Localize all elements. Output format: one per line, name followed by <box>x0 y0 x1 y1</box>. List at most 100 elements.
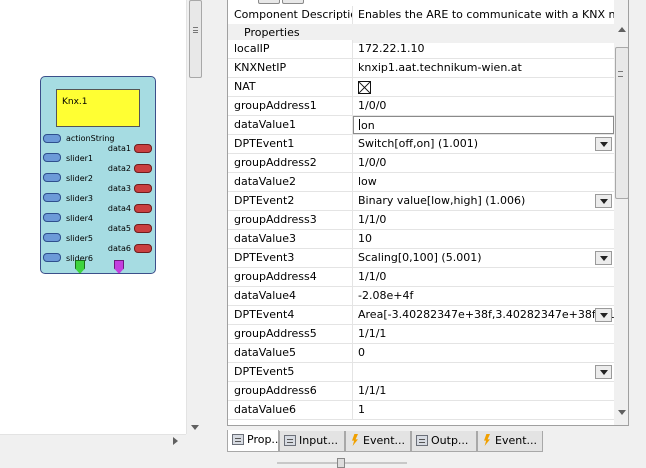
canvas-horizontal-scrollbar[interactable] <box>0 434 186 446</box>
property-value[interactable]: 1/1/0 <box>353 268 614 286</box>
output-port-data2[interactable] <box>134 164 152 173</box>
event-output-port[interactable] <box>114 260 124 274</box>
property-row-dptevent3[interactable]: DPTEvent3 Scaling[0,100] (5.001) <box>228 249 614 268</box>
scroll-thumb[interactable] <box>615 47 628 199</box>
knx-component[interactable]: Knx.1 actionString slider1 slider2 slide… <box>40 76 156 274</box>
grid-toolbar-button[interactable] <box>258 0 280 4</box>
property-value[interactable]: low <box>353 173 614 191</box>
property-value[interactable]: knxip1.aat.technikum-wien.at <box>353 59 614 77</box>
zoom-slider-thumb[interactable] <box>337 458 345 468</box>
input-port-actionstring[interactable] <box>43 134 61 143</box>
model-canvas[interactable]: Knx.1 actionString slider1 slider2 slide… <box>0 0 186 434</box>
property-edit-field[interactable]: on <box>353 116 614 134</box>
scroll-up-icon[interactable] <box>618 27 626 32</box>
property-value[interactable]: 0 <box>353 344 614 362</box>
property-value[interactable]: Switch[off,on] (1.001) <box>353 135 614 153</box>
property-value[interactable]: 1/0/0 <box>353 154 614 172</box>
property-row-dptevent4[interactable]: DPTEvent4 Area[-3.40282347e+38f,3.402823… <box>228 306 614 325</box>
dropdown-arrow-icon[interactable] <box>595 308 612 322</box>
tab-label: Event... <box>363 434 406 447</box>
dropdown-arrow-icon[interactable] <box>595 194 612 208</box>
output-port-data6[interactable] <box>134 244 152 253</box>
input-label: slider2 <box>66 174 93 183</box>
property-row-nat[interactable]: NAT <box>228 78 614 97</box>
property-value[interactable]: 172.22.1.10 <box>353 40 614 58</box>
property-value[interactable]: 1/1/1 <box>353 382 614 400</box>
scroll-down-icon[interactable] <box>191 425 199 430</box>
property-row-dptevent5[interactable]: DPTEvent5 <box>228 363 614 382</box>
property-value[interactable]: 1 <box>353 401 614 419</box>
property-row-datavalue2[interactable]: dataValue2 low <box>228 173 614 192</box>
tab-input-ports[interactable]: Input... <box>279 431 345 452</box>
scroll-right-icon[interactable] <box>173 437 178 445</box>
property-row-groupaddress5[interactable]: groupAddress5 1/1/1 <box>228 325 614 344</box>
property-value[interactable]: Area[-3.40282347e+38f,3.40282347e+38f] (… <box>353 306 614 324</box>
text-cursor <box>359 119 360 130</box>
property-value[interactable] <box>353 363 614 381</box>
tab-output-ports[interactable]: Outp... <box>411 431 477 452</box>
panel-splitter[interactable] <box>203 0 227 468</box>
nat-checkbox[interactable] <box>358 81 371 94</box>
property-name: Component Descriptic <box>228 6 353 24</box>
property-row-groupaddress2[interactable]: groupAddress2 1/0/0 <box>228 154 614 173</box>
property-row-dptevent1[interactable]: DPTEvent1 Switch[off,on] (1.001) <box>228 135 614 154</box>
property-row-knxnetip[interactable]: KNXNetIP knxip1.aat.technikum-wien.at <box>228 59 614 78</box>
event-input-port[interactable] <box>75 260 85 274</box>
property-value[interactable]: 10 <box>353 230 614 248</box>
output-port-data4[interactable] <box>134 204 152 213</box>
property-row-datavalue5[interactable]: dataValue5 0 <box>228 344 614 363</box>
window-right-edge <box>629 0 646 468</box>
property-row-datavalue1[interactable]: dataValue1 on <box>228 116 614 135</box>
dropdown-arrow-icon[interactable] <box>595 365 612 379</box>
status-bar <box>227 452 646 468</box>
property-name: NAT <box>228 78 353 96</box>
property-value[interactable]: 1/1/0 <box>353 211 614 229</box>
property-row-groupaddress3[interactable]: groupAddress3 1/1/0 <box>228 211 614 230</box>
scroll-down-icon[interactable] <box>618 410 626 415</box>
scroll-grip-icon <box>618 71 623 77</box>
property-row-component-description[interactable]: Component Descriptic Enables the ARE to … <box>228 6 614 25</box>
property-value[interactable]: Binary value[low,high] (1.006) <box>353 192 614 210</box>
input-port-slider3[interactable] <box>43 193 61 202</box>
property-grid-scrollbar[interactable] <box>614 0 628 425</box>
property-value[interactable]: 1/1/1 <box>353 325 614 343</box>
canvas-vertical-scrollbar[interactable] <box>186 0 203 434</box>
property-row-datavalue4[interactable]: dataValue4 -2.08e+4f <box>228 287 614 306</box>
input-port-slider2[interactable] <box>43 173 61 182</box>
property-row-dptevent2[interactable]: DPTEvent2 Binary value[low,high] (1.006) <box>228 192 614 211</box>
grid-toolbar-button[interactable] <box>282 0 304 4</box>
output-label: data4 <box>107 204 131 213</box>
tab-event-triggers[interactable]: Event... <box>477 431 543 452</box>
output-port-data5[interactable] <box>134 224 152 233</box>
input-label: slider5 <box>66 234 93 243</box>
property-value[interactable]: -2.08e+4f <box>353 287 614 305</box>
input-label: slider3 <box>66 194 93 203</box>
dropdown-arrow-icon[interactable] <box>595 251 612 265</box>
tab-event-listeners[interactable]: Event... <box>345 431 411 452</box>
output-port-data3[interactable] <box>134 184 152 193</box>
scroll-thumb[interactable] <box>189 0 202 78</box>
property-row-datavalue6[interactable]: dataValue6 1 <box>228 401 614 420</box>
property-row-groupaddress6[interactable]: groupAddress6 1/1/1 <box>228 382 614 401</box>
tab-properties[interactable]: Prop... <box>227 430 279 452</box>
properties-icon <box>284 435 296 446</box>
input-port-slider5[interactable] <box>43 233 61 242</box>
property-value[interactable] <box>353 78 614 96</box>
tab-label: Outp... <box>431 434 469 447</box>
output-port-data1[interactable] <box>134 144 152 153</box>
property-value[interactable]: 1/0/0 <box>353 97 614 115</box>
input-port-slider6[interactable] <box>43 253 61 262</box>
tab-label: Event... <box>495 434 538 447</box>
property-row-groupaddress4[interactable]: groupAddress4 1/1/0 <box>228 268 614 287</box>
input-port-slider4[interactable] <box>43 213 61 222</box>
property-row-datavalue3[interactable]: dataValue3 10 <box>228 230 614 249</box>
input-port-slider1[interactable] <box>43 153 61 162</box>
property-row-localip[interactable]: localIP 172.22.1.10 <box>228 40 614 59</box>
property-value[interactable]: Enables the ARE to communicate with a KN… <box>353 6 614 24</box>
property-value[interactable]: Scaling[0,100] (5.001) <box>353 249 614 267</box>
dropdown-arrow-icon[interactable] <box>595 137 612 151</box>
property-row-groupaddress1[interactable]: groupAddress1 1/0/0 <box>228 97 614 116</box>
property-name: KNXNetIP <box>228 59 353 77</box>
property-name: localIP <box>228 40 353 58</box>
property-grid[interactable]: Component Descriptic Enables the ARE to … <box>227 0 629 426</box>
